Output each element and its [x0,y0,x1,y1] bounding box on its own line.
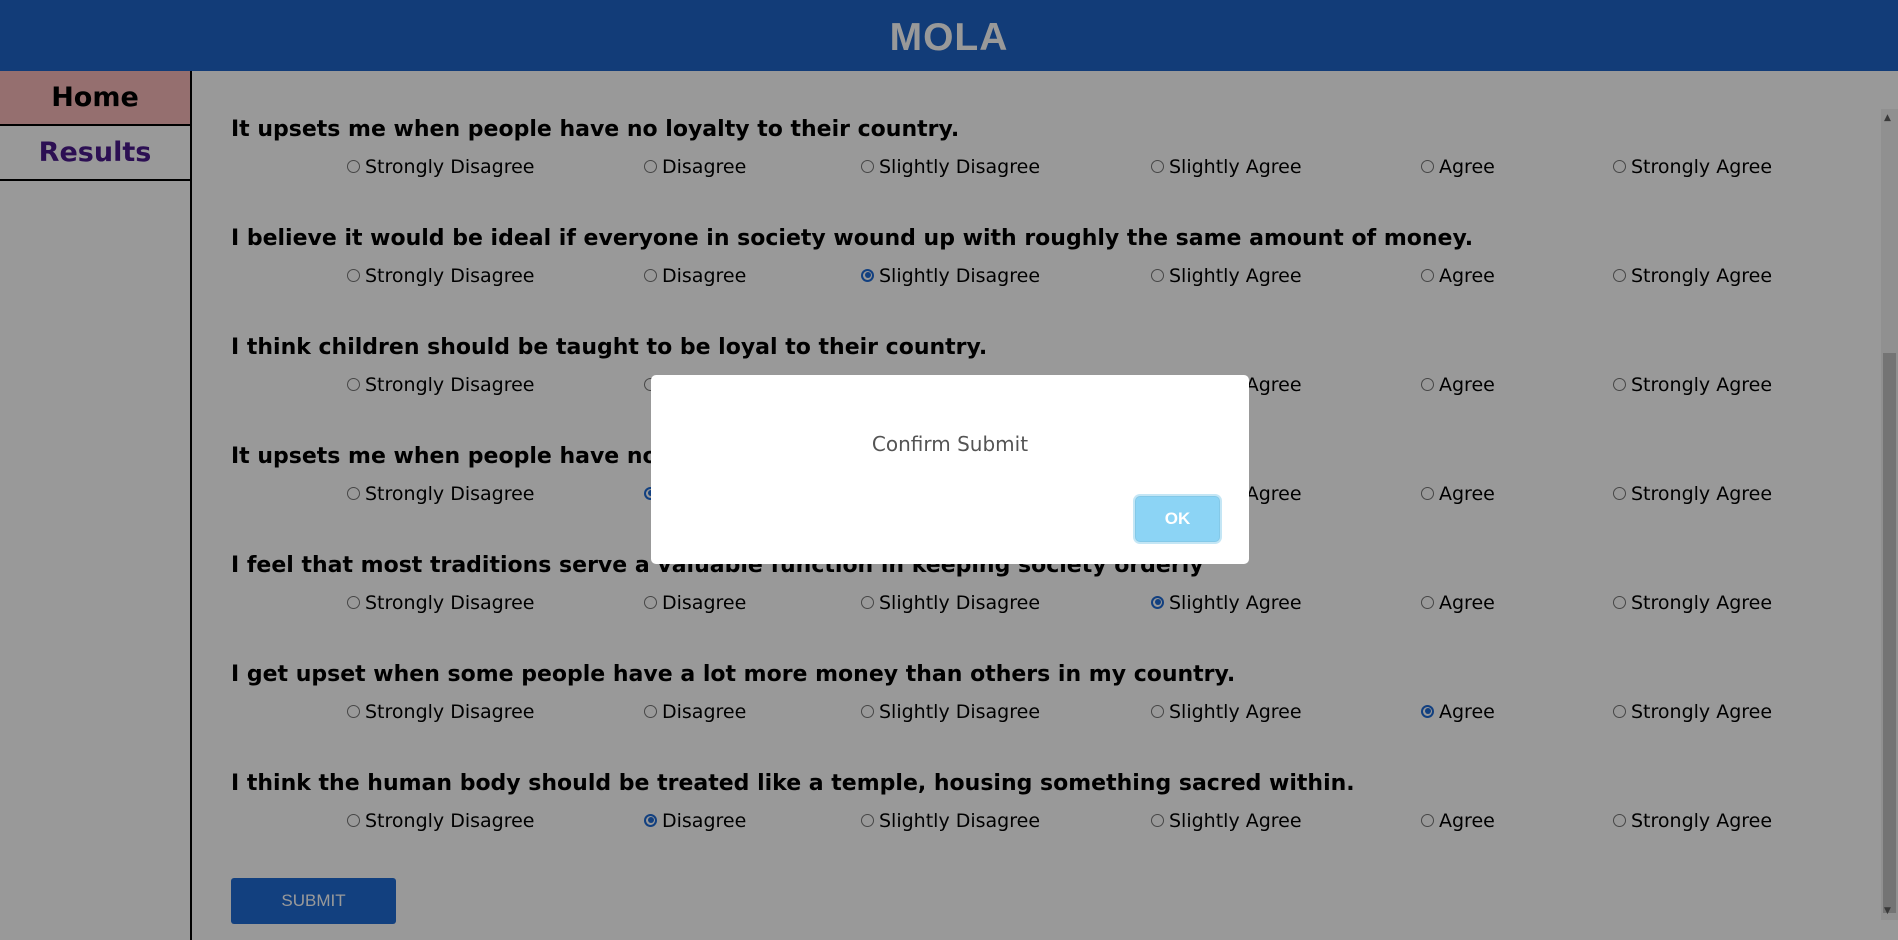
confirm-dialog: Confirm Submit OK [651,375,1249,564]
dialog-message: Confirm Submit [871,432,1029,456]
ok-button[interactable]: OK [1135,496,1220,542]
